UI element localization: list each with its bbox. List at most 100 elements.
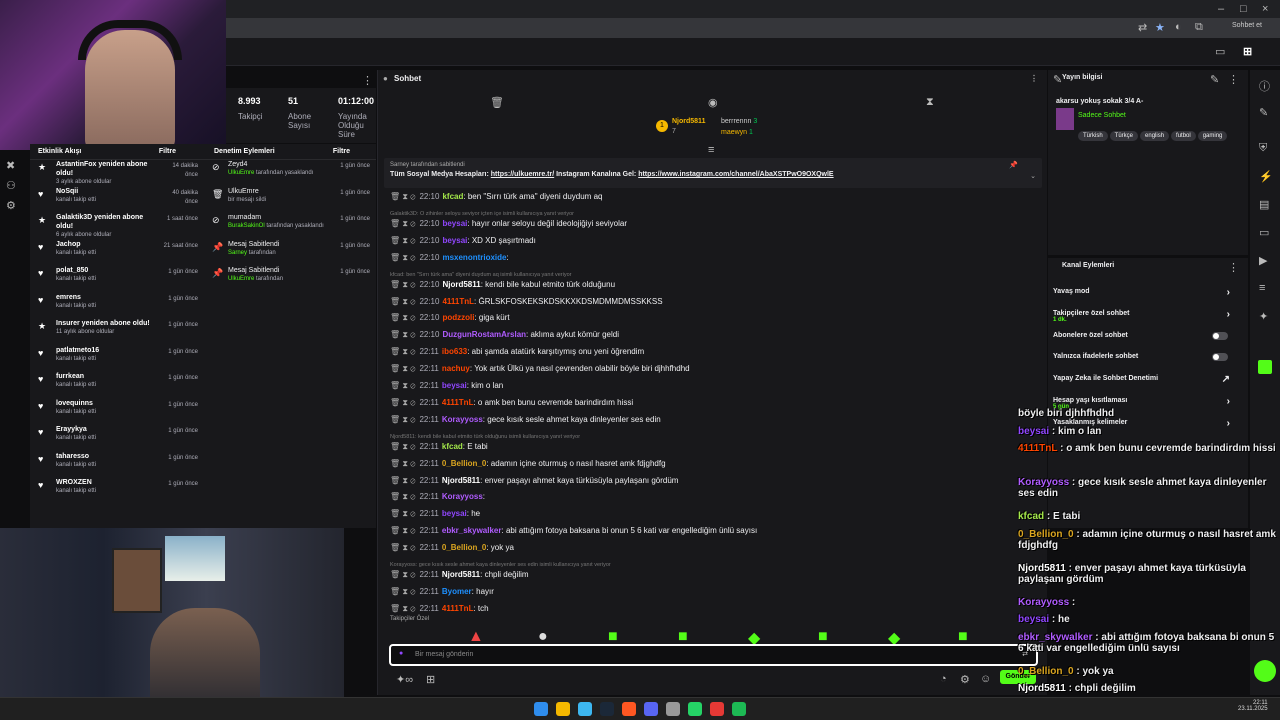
message-username[interactable]: ibo633 <box>442 347 467 356</box>
activity-item[interactable]: ♥ polat_850 kanalı takip etti 1 gün önce <box>30 266 206 293</box>
message-tools-icon[interactable]: 🗑 ⧗ ⊘ <box>390 526 415 535</box>
channel-option[interactable]: Yapay Zeka ile Sohbet Denetimi ↗ <box>1053 374 1238 385</box>
spotify-icon[interactable] <box>732 702 746 716</box>
message-username[interactable]: beysai <box>442 236 467 245</box>
moderation-actor[interactable]: BurakSakinOl <box>228 223 265 229</box>
chat-message[interactable]: 🗑 ⧗ ⊘ 22:10 4111TnL: ĞRLSKFOSKEKSKDSKKXKDS… <box>390 297 1040 307</box>
message-username[interactable]: msxenontrioxide <box>442 253 506 262</box>
chat-message[interactable]: 🗑 ⧗ ⊘ 22:11 4111TnL: tch <box>390 604 1040 614</box>
chat-message[interactable]: 🗑 ⧗ ⊘ 22:11 nachuy: Yok artık Ülkü ya nası… <box>390 364 1040 374</box>
chat-message[interactable]: 🗑 ⧗ ⊘ 22:11 Byomer: hayır <box>390 587 1040 597</box>
translate-icon[interactable]: ⇄ <box>1138 21 1147 34</box>
pinned-link-1[interactable]: https://ulkuemre.tr/ <box>491 171 554 178</box>
discord-icon[interactable] <box>644 702 658 716</box>
message-username[interactable]: kfcad <box>442 192 463 201</box>
message-username[interactable]: Njord5811 <box>442 570 480 579</box>
chat-settings-icon[interactable]: ◔ <box>940 673 947 685</box>
message-username[interactable]: beysai <box>442 509 467 518</box>
message-tools-icon[interactable]: 🗑 ⧗ ⊘ <box>390 236 415 245</box>
message-username[interactable]: Njord5811 <box>442 476 480 485</box>
trash-icon[interactable]: 🗑 <box>490 96 504 109</box>
external-link-icon[interactable]: ↗ <box>1222 374 1230 385</box>
chat-icon[interactable]: ◉ <box>708 96 718 109</box>
message-username[interactable]: Korayyoss <box>442 415 483 424</box>
message-tools-icon[interactable]: 🗑 ⧗ ⊘ <box>390 604 415 613</box>
message-tools-icon[interactable]: 🗑 ⧗ ⊘ <box>390 442 415 451</box>
chat-message[interactable]: 🗑 ⧗ ⊘ 22:11 4111TnL: o amk ben bunu cevrem… <box>390 398 1040 408</box>
pinned-message[interactable]: Sarney tarafından sabitlendi Tüm Sosyal … <box>384 158 1042 188</box>
doc-rail-icon[interactable]: ▤ <box>1259 198 1269 211</box>
close-button[interactable]: × <box>1262 3 1268 15</box>
bookmark-star-icon[interactable]: ★ <box>1155 21 1165 34</box>
activity-item[interactable]: ★ Galaktik3D yeniden abone oldu! 6 aylık a… <box>30 213 206 240</box>
tag[interactable]: gaming <box>1197 131 1228 141</box>
channel-option[interactable]: Yavaş mod › <box>1053 287 1238 298</box>
bolt-rail-icon[interactable]: ⚡ <box>1259 170 1273 183</box>
chat-message[interactable]: 🗑 ⧗ ⊘ 22:11 beysai: he <box>390 509 1040 519</box>
moderation-item[interactable]: 📌 Mesaj Sabitlendi Sarney tarafından 1 gün … <box>206 240 376 267</box>
app-icon[interactable] <box>666 702 680 716</box>
channel-option[interactable]: Takipçilere özel sohbet 1 dk. › <box>1053 309 1238 323</box>
message-username[interactable]: nachuy <box>442 364 470 373</box>
message-username[interactable]: beysai <box>442 219 467 228</box>
activity-item[interactable]: ♥ furrkean kanalı takip etti 1 gün önce <box>30 372 206 399</box>
activity-item[interactable]: ♥ NoSqii kanalı takip etti 40 dakika önce <box>30 187 206 214</box>
chevron-right-icon[interactable]: › <box>1227 287 1230 298</box>
message-tools-icon[interactable]: 🗑 ⧗ ⊘ <box>390 509 415 518</box>
chat-message[interactable]: 🗑 ⧗ ⊘ 22:10 kfcad: ben "Sırrı türk ama" di… <box>390 192 1040 202</box>
chat-message[interactable]: 🗑 ⧗ ⊘ 22:11 Njord5811: chpli değilim <box>390 570 1040 580</box>
chevron-down-icon[interactable]: ⌄ <box>1030 172 1036 180</box>
moderation-actor[interactable]: UlkuEmre <box>228 276 254 282</box>
chat-rail-icon[interactable]: ▭ <box>1259 226 1269 239</box>
activity-item[interactable]: ♥ Jachop kanalı takip etti 21 saat önce <box>30 240 206 267</box>
chat-message[interactable]: 🗑 ⧗ ⊘ 22:11 Korayyoss: <box>390 492 1040 502</box>
message-username[interactable]: 4111TnL <box>442 297 474 306</box>
message-tools-icon[interactable]: 🗑 ⧗ ⊘ <box>390 543 415 552</box>
clock[interactable]: 22:11 23.11.2025 <box>1238 700 1268 712</box>
chat-message[interactable]: 🗑 ⧗ ⊘ 22:11 0_Bellion_0: yok ya <box>390 543 1040 553</box>
activity-item[interactable]: ♥ taharesso kanalı takip etti 1 gün önce <box>30 452 206 479</box>
message-tools-icon[interactable]: 🗑 ⧗ ⊘ <box>390 253 415 262</box>
hourglass-icon[interactable]: ⧗ <box>926 96 934 109</box>
shield-rail-icon[interactable]: ⛨ <box>1259 142 1267 155</box>
moderation-item[interactable]: ⊘ mumadam BurakSakinOl tarafından yasaklan… <box>206 213 376 240</box>
message-tools-icon[interactable]: 🗑 ⧗ ⊘ <box>390 192 415 201</box>
activity-item[interactable]: ♥ WROXZEN kanalı takip etti 1 gün önce <box>30 478 206 505</box>
steam-icon[interactable] <box>600 702 614 716</box>
mic-icon[interactable]: ● <box>399 650 403 657</box>
chat-message[interactable]: 🗑 ⧗ ⊘ 22:11 0_Bellion_0: adamın içine otur… <box>390 459 1040 469</box>
kick-logo-icon[interactable]: ⊞ <box>1243 45 1252 58</box>
channel-actions-menu-icon[interactable]: ⋮ <box>1228 261 1239 274</box>
message-tools-icon[interactable]: 🗑 ⧗ ⊘ <box>390 398 415 407</box>
media-icon[interactable] <box>710 702 724 716</box>
rewards-icon[interactable]: ✦∞ <box>396 673 413 686</box>
users-icon[interactable]: ⚇ <box>6 175 16 195</box>
message-tools-icon[interactable]: 🗑 ⧗ ⊘ <box>390 297 415 306</box>
activity-item[interactable]: ♥ lovequinns kanalı takip etti 1 gün önce <box>30 399 206 426</box>
message-username[interactable]: podzzoli <box>442 313 474 322</box>
moderation-filter-button[interactable]: Filtre <box>333 144 350 160</box>
layout-icon[interactable]: ▭ <box>1215 45 1225 58</box>
moderation-item[interactable]: 📌 Mesaj Sabitlendi UlkuEmre tarafından 1 gü… <box>206 266 376 293</box>
channel-option[interactable]: Abonelere özel sohbet <box>1053 331 1238 340</box>
chat-message[interactable]: 🗑 ⧗ ⊘ 22:11 ibo633: abi şamda atatürk karş… <box>390 347 1040 357</box>
message-username[interactable]: 4111TnL <box>442 398 474 407</box>
activity-item[interactable]: ★ Insurer yeniden abone oldu! 11 aylık abo… <box>30 319 206 346</box>
message-tools-icon[interactable]: 🗑 ⧗ ⊘ <box>390 492 415 501</box>
moderation-actor[interactable]: UlkuEmre <box>228 170 254 176</box>
message-tools-icon[interactable]: 🗑 ⧗ ⊘ <box>390 570 415 579</box>
activity-item[interactable]: ♥ patlatmeto16 kanalı takip etti 1 gün önce <box>30 346 206 373</box>
message-username[interactable]: DuzgunRostamArslan <box>442 330 526 339</box>
info-rail-icon[interactable]: ⓘ <box>1259 78 1270 94</box>
message-tools-icon[interactable]: 🗑 ⧗ ⊘ <box>390 476 415 485</box>
message-tools-icon[interactable]: 🗑 ⧗ ⊘ <box>390 364 415 373</box>
category-link[interactable]: Sadece Sohbet <box>1078 112 1126 119</box>
pinned-link-2[interactable]: https://www.instagram.com/channel/AbaXST… <box>638 171 833 178</box>
category-thumbnail[interactable] <box>1056 108 1074 130</box>
edit-icon[interactable]: ✎ <box>1210 73 1219 86</box>
message-tools-icon[interactable]: 🗑 ⧗ ⊘ <box>390 219 415 228</box>
chat-message[interactable]: 🗑 ⧗ ⊘ 22:11 kfcad: E tabi <box>390 442 1040 452</box>
list-rail-icon[interactable]: ≡ <box>1259 282 1265 294</box>
puzzle-icon[interactable]: ⧉ <box>1195 21 1203 34</box>
toggle-switch[interactable] <box>1212 331 1228 340</box>
